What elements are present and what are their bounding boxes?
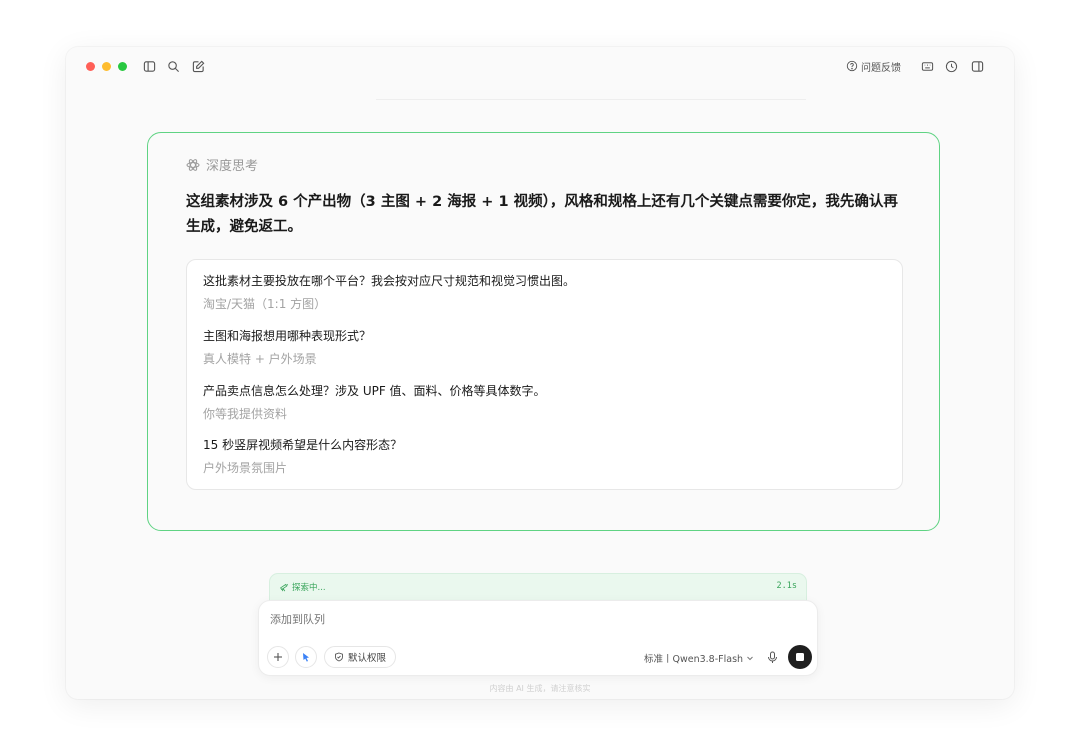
feedback-button[interactable]: 问题反馈: [846, 58, 901, 74]
help-icon: [846, 60, 858, 72]
question-text: 这批素材主要投放在哪个平台？我会按对应尺寸规范和视觉习惯出图。: [203, 274, 576, 288]
atom-icon: [186, 158, 200, 171]
title-bar: 问题反馈: [66, 47, 1014, 85]
status-label: 探索中...: [292, 583, 326, 593]
search-icon[interactable]: [166, 59, 180, 73]
answer-text: 户外场景氛围片: [203, 461, 288, 475]
question-list: 这批素材主要投放在哪个平台？我会按对应尺寸规范和视觉习惯出图。 淘宝/天猫（1:…: [186, 259, 903, 490]
permission-button[interactable]: 默认权限: [324, 646, 397, 668]
question-item[interactable]: 这批素材主要投放在哪个平台？我会按对应尺寸规范和视觉习惯出图。 淘宝/天猫（1:…: [203, 273, 575, 313]
deep-think-toggle[interactable]: 深度思考: [186, 155, 258, 174]
app-window: 问题反馈 深度思考 这组素材涉及 6 个产出物（3 主图 + 2 海报 + 1 …: [66, 47, 1014, 699]
sidebar-toggle-icon[interactable]: [142, 59, 156, 73]
question-text: 15 秒竖屏视频希望是什么内容形态？: [203, 438, 403, 452]
answer-text: 你等我提供资料: [203, 407, 288, 421]
status-indicator: 探索中...: [279, 581, 326, 593]
divider: [376, 99, 806, 100]
elapsed-time: 2.1s: [776, 581, 797, 591]
keyboard-icon[interactable]: [920, 59, 934, 73]
model-label: 标准丨Qwen3.8-Flash: [644, 654, 744, 665]
permission-label: 默认权限: [348, 653, 387, 664]
chevron-down-icon: [747, 656, 753, 661]
stop-button[interactable]: [788, 645, 812, 669]
status-bar: 探索中... 2.1s: [269, 573, 807, 603]
queue-input[interactable]: [270, 613, 670, 626]
question-text: 产品卖点信息怎么处理？涉及 UPF 值、面料、价格等具体数字。: [203, 384, 546, 398]
cursor-icon: [303, 653, 309, 662]
deep-think-label: 深度思考: [206, 159, 259, 174]
model-selector[interactable]: 标准丨Qwen3.8-Flash: [644, 651, 754, 665]
history-icon[interactable]: [944, 59, 958, 73]
plus-icon: [274, 653, 282, 661]
add-button[interactable]: [267, 646, 289, 668]
cursor-mode-button[interactable]: [295, 646, 317, 668]
answer-text: 淘宝/天猫（1:1 方图）: [203, 297, 327, 311]
mic-icon[interactable]: [766, 650, 778, 664]
stop-icon: [796, 653, 804, 661]
question-item[interactable]: 15 秒竖屏视频希望是什么内容形态？ 户外场景氛围片: [203, 437, 402, 477]
clarification-card: 深度思考 这组素材涉及 6 个产出物（3 主图 + 2 海报 + 1 视频），风…: [147, 132, 940, 531]
shield-icon: [335, 652, 343, 662]
composer: 默认权限 标准丨Qwen3.8-Flash: [258, 600, 818, 676]
telescope-icon: [280, 583, 289, 592]
question-item[interactable]: 产品卖点信息怎么处理？涉及 UPF 值、面料、价格等具体数字。 你等我提供资料: [203, 383, 546, 423]
maximize-window-button[interactable]: [118, 62, 127, 71]
close-window-button[interactable]: [86, 62, 95, 71]
panel-toggle-icon[interactable]: [970, 59, 984, 73]
minimize-window-button[interactable]: [102, 62, 111, 71]
answer-text: 真人模特 + 户外场景: [203, 352, 317, 366]
ai-disclaimer: 内容由 AI 生成，请注意核实: [489, 684, 591, 693]
new-chat-icon[interactable]: [191, 59, 205, 73]
question-text: 主图和海报想用哪种表现形式？: [203, 329, 372, 343]
assistant-message: 这组素材涉及 6 个产出物（3 主图 + 2 海报 + 1 视频），风格和规格上…: [186, 194, 898, 235]
feedback-label: 问题反馈: [861, 62, 901, 74]
question-item[interactable]: 主图和海报想用哪种表现形式？ 真人模特 + 户外场景: [203, 328, 371, 368]
